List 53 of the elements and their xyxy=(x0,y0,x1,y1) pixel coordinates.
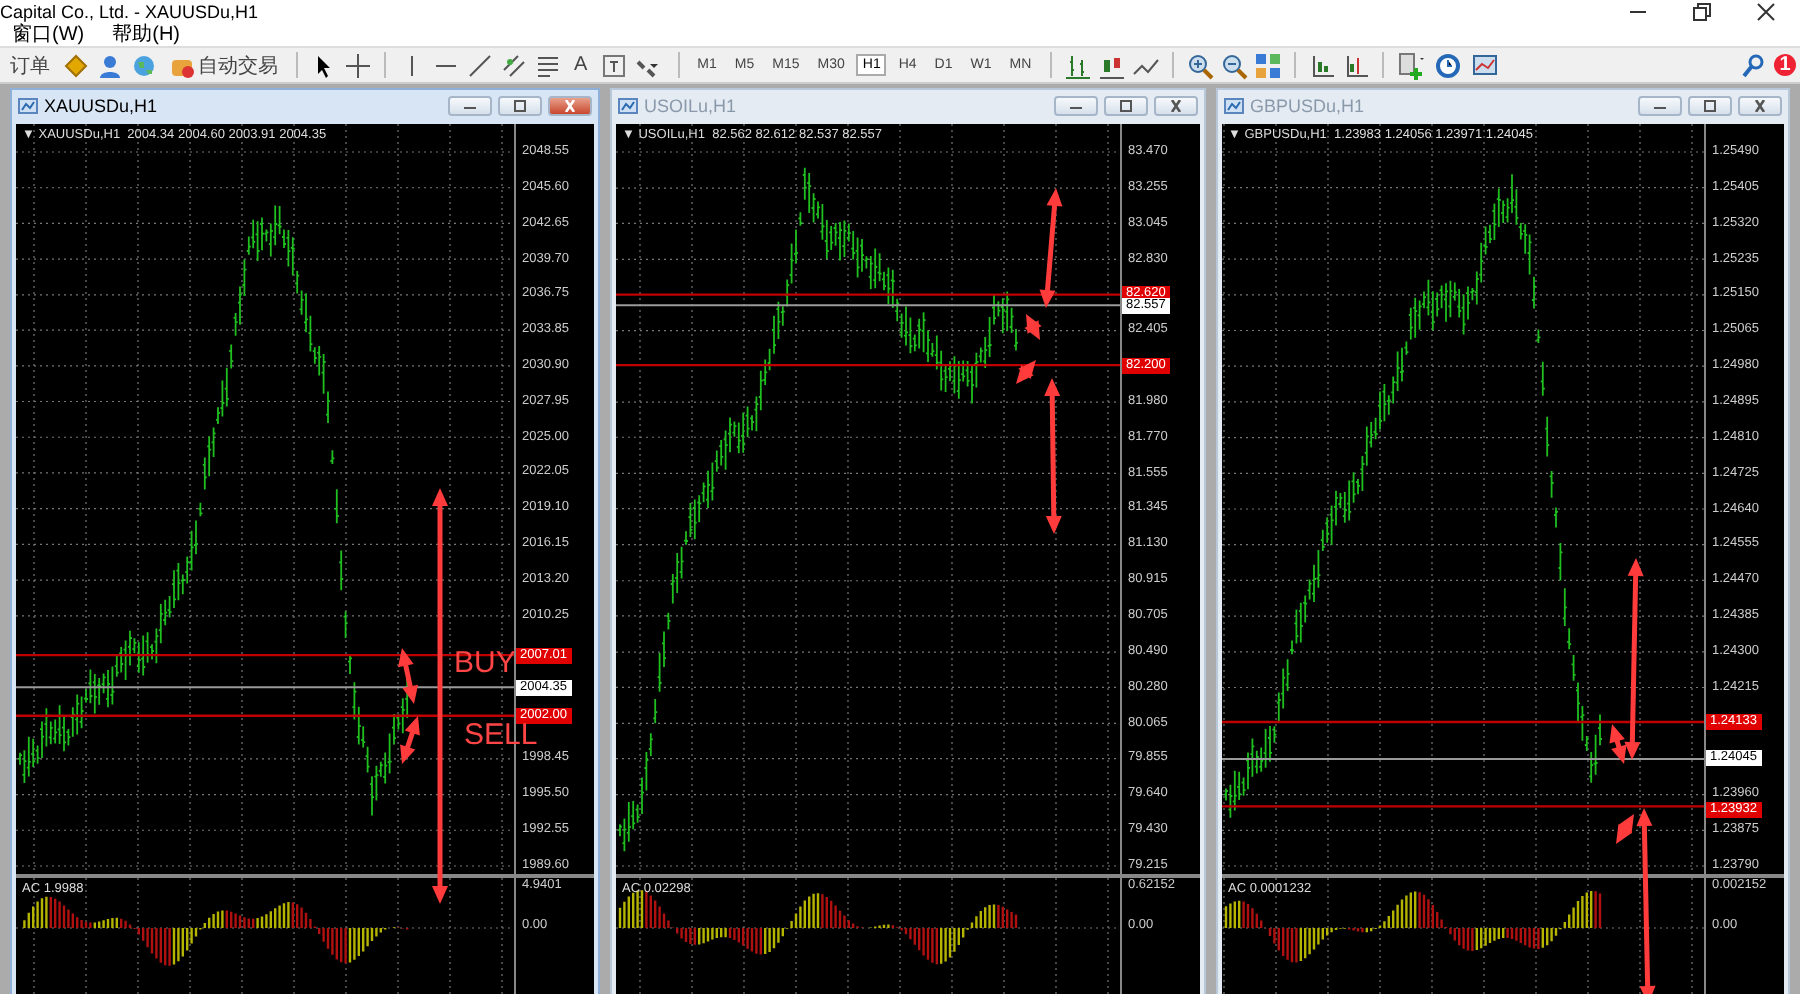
label-icon[interactable] xyxy=(599,51,628,79)
search-icon[interactable] xyxy=(1740,51,1768,79)
close-button[interactable] xyxy=(1154,95,1198,115)
maximize-button[interactable] xyxy=(1688,95,1732,115)
close-icon xyxy=(1168,99,1184,111)
text-tool-button[interactable]: A xyxy=(568,54,594,76)
maximize-icon xyxy=(1118,99,1134,111)
chart-icon xyxy=(18,95,38,115)
chart-window-title: GBPUSDu,H1 xyxy=(1250,95,1367,115)
diamond-icon[interactable] xyxy=(62,51,90,79)
double-arrow xyxy=(397,648,419,704)
minimize-button[interactable] xyxy=(1638,95,1682,115)
auto-scroll-icon[interactable] xyxy=(1307,51,1336,79)
person-icon[interactable] xyxy=(96,51,124,79)
window-title: Capital Co., Ltd. - XAUUSDu,H1 xyxy=(0,0,259,23)
levels-icon[interactable] xyxy=(534,51,562,79)
chart-icon xyxy=(618,95,638,115)
chart-shift-icon[interactable] xyxy=(1341,51,1370,79)
minimize-button[interactable] xyxy=(1054,95,1098,115)
chart-window-title: USOILu,H1 xyxy=(644,95,739,115)
maximize-icon xyxy=(512,99,528,111)
order-button[interactable]: 订单 xyxy=(4,51,56,79)
menu-item[interactable]: 窗口(W) xyxy=(12,24,85,46)
bar-chart-icon[interactable] xyxy=(1063,51,1092,79)
zoom-in-icon[interactable] xyxy=(1185,51,1214,79)
close-icon xyxy=(562,99,578,111)
close-button[interactable] xyxy=(548,95,592,115)
annotation-label: SELL xyxy=(464,720,538,752)
close-button[interactable] xyxy=(1738,95,1782,115)
double-arrow xyxy=(400,716,420,764)
auto-trading-button[interactable]: 自动交易 xyxy=(164,51,284,79)
maximize-button[interactable] xyxy=(1104,95,1148,115)
annotation-label: BUY xyxy=(454,648,516,680)
tile-windows-icon[interactable] xyxy=(1253,51,1282,79)
maximize-icon xyxy=(1702,99,1718,111)
close-icon xyxy=(1752,99,1768,111)
trend-line-icon[interactable] xyxy=(466,51,494,79)
zoom-out-icon[interactable] xyxy=(1219,51,1248,79)
double-arrow xyxy=(1039,188,1063,308)
menu-item[interactable]: 帮助(H) xyxy=(112,24,180,46)
maximize-button[interactable] xyxy=(498,95,542,115)
clock-icon[interactable] xyxy=(1433,51,1466,79)
double-arrow xyxy=(1024,314,1042,340)
indicators-icon[interactable] xyxy=(1395,51,1428,79)
double-arrow xyxy=(1016,360,1036,384)
chart-window-title: XAUUSDu,H1 xyxy=(44,95,160,115)
minimize-button[interactable] xyxy=(448,95,492,115)
close-icon[interactable] xyxy=(1752,0,1780,26)
chart-icon xyxy=(1224,95,1244,115)
channel-icon[interactable] xyxy=(500,51,528,79)
crosshair-icon[interactable] xyxy=(344,51,372,79)
notification-badge[interactable]: 1 xyxy=(1774,54,1796,76)
restore-icon[interactable] xyxy=(1688,0,1716,26)
